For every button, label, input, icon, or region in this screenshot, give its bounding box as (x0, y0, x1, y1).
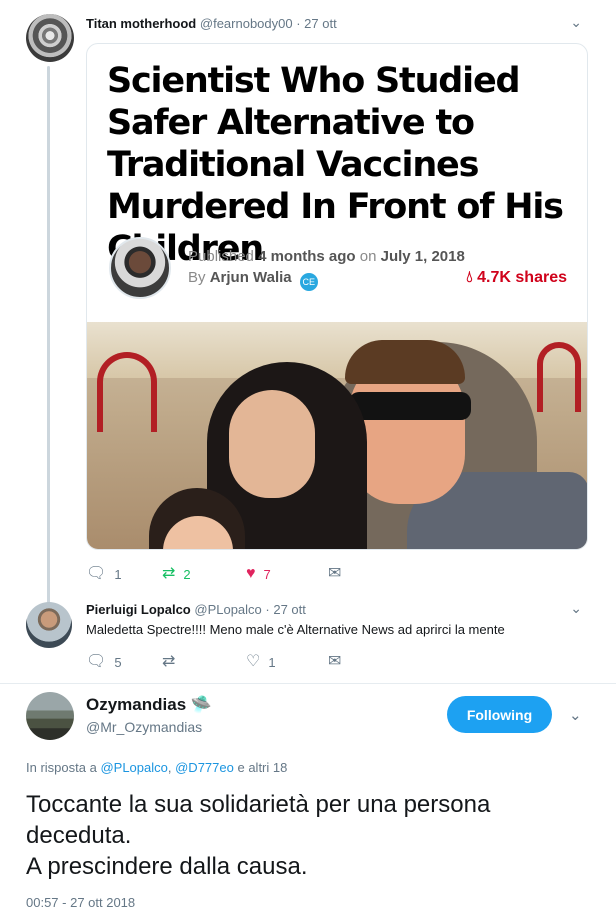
like-button[interactable]: ♡ 1 (246, 654, 276, 670)
shares-count: 💧︎ 4.7K shares (466, 269, 567, 287)
retweet-icon: ⇄ (162, 653, 176, 670)
mention-separator: , (167, 760, 172, 775)
main-author-name[interactable]: Ozymandias 🛸 (86, 695, 212, 715)
retweet-button[interactable]: ⇄ (162, 654, 183, 670)
heart-icon: ♥ (246, 565, 256, 582)
following-button[interactable]: Following (447, 696, 552, 733)
author-photo (109, 237, 171, 299)
heart-outline-icon: ♡ (246, 653, 261, 670)
avatar[interactable] (26, 692, 74, 740)
others-count[interactable]: e altri 18 (237, 760, 287, 775)
divider (0, 683, 616, 684)
reply-icon: 🗨︎ (86, 565, 107, 582)
tweet-header: Titan motherhood @fearnobody00 · 27 ott (86, 16, 337, 31)
message-button[interactable]: ✉ (328, 654, 349, 670)
reply-count: 1 (114, 566, 122, 582)
author-handle[interactable]: @fearnobody00 (200, 16, 293, 31)
reply-icon: 🗨︎ (86, 653, 107, 670)
envelope-icon: ✉ (328, 565, 342, 582)
retweet-icon: ⇄ (162, 565, 176, 582)
published-line: Published 4 months ago on July 1, 2018 (188, 248, 465, 265)
in-reply-prefix: In risposta a (26, 760, 97, 775)
main-tweet-text: Toccante la sua solidarietà per una pers… (26, 789, 586, 882)
tweet-date[interactable]: · 27 ott (296, 16, 336, 31)
reply-button[interactable]: 🗨︎ 1 (86, 566, 122, 582)
published-age: 4 months ago (258, 248, 356, 265)
main-text-line: A prescindere dalla causa. (26, 853, 308, 880)
published-prefix: Published (188, 248, 254, 265)
in-reply-to: In risposta a @PLopalco, @D777eo e altri… (26, 760, 287, 775)
card-headline: Scientist Who Studied Safer Alternative … (107, 61, 564, 269)
chevron-down-icon[interactable]: ⌄ (569, 706, 582, 724)
avatar[interactable] (26, 602, 72, 648)
mention-link[interactable]: @D777eo (175, 760, 234, 775)
main-text-line: Toccante la sua solidarietà per una pers… (26, 791, 491, 849)
retweet-count: 2 (183, 566, 191, 582)
fire-icon: 💧︎ (466, 269, 473, 286)
link-card[interactable]: Scientist Who Studied Safer Alternative … (86, 43, 588, 550)
published-date: July 1, 2018 (380, 248, 465, 265)
reply-button[interactable]: 🗨︎ 5 (86, 654, 122, 670)
shares-label: 4.7K shares (477, 269, 567, 286)
author-name[interactable]: Titan motherhood (86, 16, 196, 31)
article-author: Arjun Walia (209, 269, 292, 286)
like-count: 7 (263, 566, 271, 582)
published-on: on (359, 248, 377, 265)
tweet-timestamp[interactable]: 00:57 - 27 ott 2018 (26, 895, 135, 908)
tweet-header: Pierluigi Lopalco @PLopalco · 27 ott (86, 602, 306, 617)
like-button[interactable]: ♥ 7 (246, 566, 271, 582)
message-button[interactable]: ✉ (328, 566, 349, 582)
byline: By Arjun Walia CE (188, 269, 318, 291)
reply-count: 5 (114, 654, 122, 670)
avatar[interactable] (26, 14, 74, 62)
main-author-handle[interactable]: @Mr_Ozymandias (86, 719, 202, 735)
mention-link[interactable]: @PLopalco (100, 760, 167, 775)
by-prefix: By (188, 269, 206, 286)
article-photo (87, 322, 587, 549)
author-name[interactable]: Pierluigi Lopalco (86, 602, 191, 617)
thread-connector (47, 66, 50, 614)
tweet-text: Maledetta Spectre!!!! Meno male c'è Alte… (86, 622, 505, 637)
chevron-down-icon[interactable]: ⌄ (570, 600, 582, 617)
ce-badge-icon: CE (299, 273, 318, 291)
chevron-down-icon[interactable]: ⌄ (570, 14, 582, 31)
like-count: 1 (268, 654, 276, 670)
author-handle[interactable]: @PLopalco (194, 602, 261, 617)
ufo-icon: 🛸 (190, 695, 213, 714)
envelope-icon: ✉ (328, 653, 342, 670)
tweet-date[interactable]: · 27 ott (265, 602, 305, 617)
main-name-text: Ozymandias (86, 695, 187, 714)
retweet-button[interactable]: ⇄ 2 (162, 566, 191, 582)
